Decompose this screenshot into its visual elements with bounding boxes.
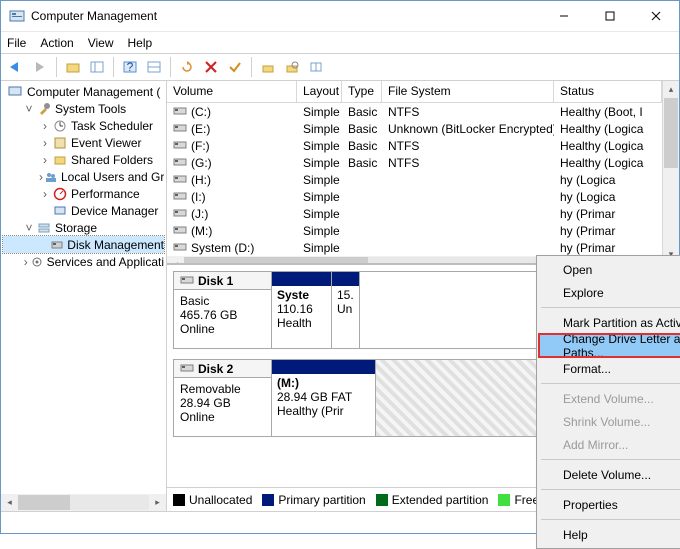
column-filesystem[interactable]: File System xyxy=(382,81,554,102)
disk-info: Disk 1Basic465.76 GBOnline xyxy=(174,272,272,348)
volume-row[interactable]: System (D:)Simplehy (Primar xyxy=(167,239,662,256)
folder-up-icon[interactable] xyxy=(62,56,84,78)
tools-icon xyxy=(36,101,52,117)
volume-row[interactable]: (M:)Simplehy (Primar xyxy=(167,222,662,239)
disk-icon xyxy=(173,139,187,153)
chevron-right-icon[interactable]: › xyxy=(39,154,51,166)
tree-shared-folders[interactable]: ›Shared Folders xyxy=(3,151,164,168)
tree-local-users[interactable]: ›Local Users and Gr xyxy=(3,168,164,185)
disk-icon xyxy=(50,237,64,253)
disk-icon xyxy=(180,362,194,376)
volume-row[interactable]: (J:)Simplehy (Primar xyxy=(167,205,662,222)
chevron-right-icon[interactable]: › xyxy=(39,171,43,183)
volume-row[interactable]: (C:)SimpleBasicNTFSHealthy (Boot, I xyxy=(167,103,662,120)
ctx-change-drive-letter[interactable]: Change Drive Letter and Paths... xyxy=(539,334,680,357)
perf-icon xyxy=(52,186,68,202)
disk-icon xyxy=(173,122,187,136)
ctx-add-mirror: Add Mirror... xyxy=(539,433,680,456)
clock-icon xyxy=(52,118,68,134)
context-menu: Open Explore Mark Partition as Active Ch… xyxy=(536,255,680,549)
device-icon xyxy=(52,203,68,219)
chevron-right-icon[interactable]: › xyxy=(23,256,29,268)
panel-icon[interactable] xyxy=(86,56,108,78)
menu-file[interactable]: File xyxy=(7,36,26,50)
disk-icon xyxy=(173,207,187,221)
column-layout[interactable]: Layout xyxy=(297,81,342,102)
chevron-right-icon[interactable]: › xyxy=(39,137,51,149)
help-icon[interactable]: ? xyxy=(119,56,141,78)
ctx-open[interactable]: Open xyxy=(539,258,680,281)
chevron-down-icon[interactable]: ˅ xyxy=(23,222,35,234)
volume-row[interactable]: (E:)SimpleBasicUnknown (BitLocker Encryp… xyxy=(167,120,662,137)
delete-icon[interactable] xyxy=(200,56,222,78)
tool-icon-3[interactable] xyxy=(305,56,327,78)
disk-icon xyxy=(173,241,187,255)
ctx-extend: Extend Volume... xyxy=(539,387,680,410)
tool-icon-2[interactable] xyxy=(281,56,303,78)
tree-event-viewer[interactable]: ›Event Viewer xyxy=(3,134,164,151)
tree-root[interactable]: Computer Management ( xyxy=(3,83,164,100)
tree-services[interactable]: ›Services and Applicati xyxy=(3,253,164,270)
disk-info: Disk 2Removable28.94 GBOnline xyxy=(174,360,272,436)
tree-h-scrollbar[interactable]: ◂▸ xyxy=(1,494,166,511)
column-volume[interactable]: Volume xyxy=(167,81,297,102)
tree-task-scheduler[interactable]: ›Task Scheduler xyxy=(3,117,164,134)
tree-device-manager[interactable]: Device Manager xyxy=(3,202,164,219)
partition[interactable]: 15.Un xyxy=(332,272,360,348)
ctx-delete[interactable]: Delete Volume... xyxy=(539,463,680,486)
disk-icon xyxy=(173,190,187,204)
volume-row[interactable]: (I:)Simplehy (Logica xyxy=(167,188,662,205)
chevron-down-icon[interactable]: ˅ xyxy=(23,103,35,115)
chevron-right-icon[interactable]: › xyxy=(39,120,51,132)
event-icon xyxy=(52,135,68,151)
close-button[interactable] xyxy=(633,1,679,31)
menu-view[interactable]: View xyxy=(88,36,114,50)
storage-icon xyxy=(36,220,52,236)
disk-icon xyxy=(173,156,187,170)
disk-icon xyxy=(180,274,194,288)
window-title: Computer Management xyxy=(31,9,541,23)
svg-text:?: ? xyxy=(127,60,134,74)
disk-icon xyxy=(173,105,187,119)
menu-action[interactable]: Action xyxy=(40,36,73,50)
ctx-format[interactable]: Format... xyxy=(539,357,680,380)
ctx-properties[interactable]: Properties xyxy=(539,493,680,516)
tree-disk-management[interactable]: Disk Management xyxy=(3,236,164,253)
column-type[interactable]: Type xyxy=(342,81,382,102)
back-button[interactable] xyxy=(5,56,27,78)
list-icon[interactable] xyxy=(143,56,165,78)
partition[interactable]: (M:)28.94 GB FATHealthy (Prir xyxy=(272,360,376,436)
ctx-shrink: Shrink Volume... xyxy=(539,410,680,433)
app-icon xyxy=(9,8,25,24)
check-icon[interactable] xyxy=(224,56,246,78)
volume-row[interactable]: (G:)SimpleBasicNTFSHealthy (Logica xyxy=(167,154,662,171)
ctx-explore[interactable]: Explore xyxy=(539,281,680,304)
partition[interactable]: Syste110.16Health xyxy=(272,272,332,348)
share-icon xyxy=(52,152,68,168)
services-icon xyxy=(30,254,44,270)
forward-button[interactable] xyxy=(29,56,51,78)
disk-icon xyxy=(173,173,187,187)
tool-icon-1[interactable] xyxy=(257,56,279,78)
list-v-scrollbar[interactable]: ▴▾ xyxy=(662,81,679,263)
ctx-help[interactable]: Help xyxy=(539,523,680,546)
tree-system-tools[interactable]: ˅System Tools xyxy=(3,100,164,117)
maximize-button[interactable] xyxy=(587,1,633,31)
volume-row[interactable]: (F:)SimpleBasicNTFSHealthy (Logica xyxy=(167,137,662,154)
column-status[interactable]: Status xyxy=(554,81,662,102)
tree-storage[interactable]: ˅Storage xyxy=(3,219,164,236)
tree-performance[interactable]: ›Performance xyxy=(3,185,164,202)
users-icon xyxy=(44,169,58,185)
refresh-icon[interactable] xyxy=(176,56,198,78)
disk-icon xyxy=(173,224,187,238)
menu-help[interactable]: Help xyxy=(128,36,153,50)
chevron-right-icon[interactable]: › xyxy=(39,188,51,200)
volume-row[interactable]: (H:)Simplehy (Logica xyxy=(167,171,662,188)
computer-icon xyxy=(8,84,24,100)
minimize-button[interactable] xyxy=(541,1,587,31)
